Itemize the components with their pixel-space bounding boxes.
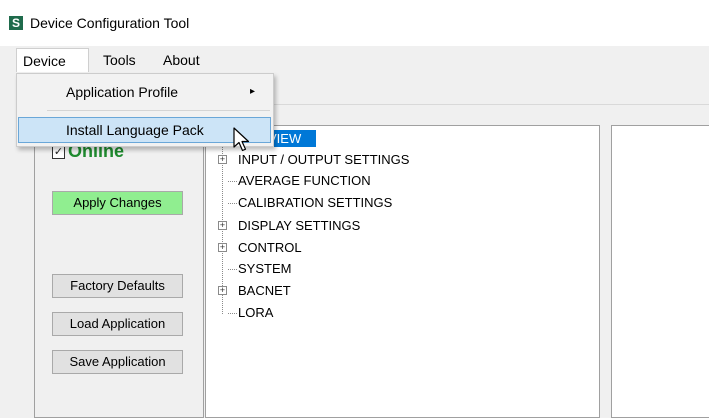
tree-item-bacnet[interactable]: BACNET: [238, 281, 291, 301]
factory-defaults-button[interactable]: Factory Defaults: [52, 274, 183, 298]
tree-expand-icon[interactable]: +: [218, 155, 227, 165]
details-panel: [611, 125, 709, 418]
menu-tools[interactable]: Tools: [97, 48, 142, 72]
mouse-cursor-icon: [233, 127, 250, 152]
tree-expand-icon[interactable]: +: [218, 286, 227, 296]
menu-device[interactable]: Device: [16, 48, 89, 72]
tab-strip-divider: [260, 104, 709, 105]
tree-item-lora[interactable]: LORA: [238, 303, 273, 323]
tree-expand-icon[interactable]: +: [218, 243, 227, 253]
menu-separator: [47, 110, 270, 111]
menu-item-application-profile[interactable]: Application Profile: [17, 80, 273, 104]
online-checkbox[interactable]: ✓: [52, 146, 65, 159]
tree-connector: [228, 313, 237, 314]
tree-connector: [228, 181, 237, 182]
tree-item-display-settings[interactable]: DISPLAY SETTINGS: [238, 216, 360, 236]
tree-item-input-output-settings[interactable]: INPUT / OUTPUT SETTINGS: [238, 150, 409, 170]
tree-connector: [228, 203, 237, 204]
tree-item-average-function[interactable]: AVERAGE FUNCTION: [238, 171, 371, 191]
tree-expand-icon[interactable]: +: [218, 221, 227, 231]
submenu-arrow-icon: ▸: [250, 86, 256, 97]
apply-changes-button[interactable]: Apply Changes: [52, 191, 183, 215]
save-application-button[interactable]: Save Application: [52, 350, 183, 374]
tree-item-calibration-settings[interactable]: CALIBRATION SETTINGS: [238, 193, 392, 213]
window-title: Device Configuration Tool: [30, 15, 190, 31]
app-icon: S: [9, 16, 23, 30]
tree-connector: [228, 269, 237, 270]
tree-item-control[interactable]: CONTROL: [238, 238, 302, 258]
tree-item-system[interactable]: SYSTEM: [238, 259, 291, 279]
load-application-button[interactable]: Load Application: [52, 312, 183, 336]
menu-about[interactable]: About: [157, 48, 206, 72]
left-panel: [34, 125, 204, 418]
